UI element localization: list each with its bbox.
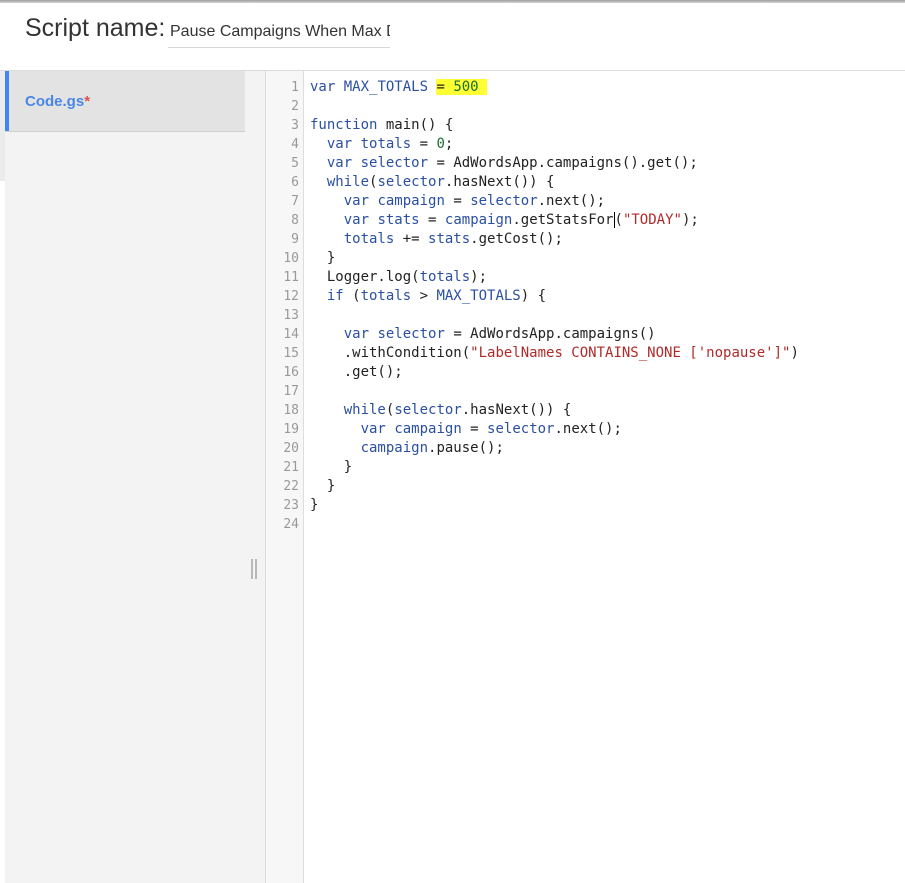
line-number: 22 bbox=[283, 479, 299, 494]
text-cursor bbox=[613, 212, 615, 228]
line-number: 4 bbox=[291, 137, 299, 152]
unsaved-marker: * bbox=[84, 93, 91, 110]
line-number: 17 bbox=[283, 384, 299, 399]
code-line: function main() { bbox=[310, 117, 454, 133]
file-item-code-gs[interactable]: Code.gs* bbox=[5, 71, 245, 132]
code-line: totals += stats.getCost(); bbox=[343, 231, 563, 247]
active-file-indicator bbox=[5, 71, 9, 131]
code-line: var stats = campaign.getStatsFor("TODAY"… bbox=[343, 212, 699, 228]
line-number: 20 bbox=[283, 441, 299, 456]
line-number: 16 bbox=[283, 365, 299, 380]
line-number: 6 bbox=[291, 175, 299, 190]
code-line: while(selector.hasNext()) { bbox=[343, 402, 572, 418]
file-sidebar: Code.gs* bbox=[5, 71, 245, 883]
header: Script name: bbox=[0, 3, 905, 71]
code-line: var selector = AdWordsApp.campaigns() bbox=[343, 326, 656, 342]
code-line: campaign.pause(); bbox=[360, 440, 504, 456]
code-line: if (totals > MAX_TOTALS) { bbox=[326, 288, 547, 304]
line-number: 13 bbox=[283, 308, 299, 323]
code-line: } bbox=[310, 497, 319, 513]
code-area[interactable]: var MAX_TOTALS = 500 function main() { v… bbox=[310, 78, 900, 534]
file-name-label: Code.gs bbox=[25, 93, 85, 110]
line-numbers: 1 2 3 4 5 6 7 8 9 10 11 12 13 14 15 16 17 18 19 20 21 22 23 24 bbox=[266, 78, 299, 534]
code-line: var campaign = selector.next(); bbox=[360, 421, 622, 437]
line-number: 14 bbox=[283, 327, 299, 342]
line-number: 12 bbox=[283, 289, 299, 304]
code-line: } bbox=[310, 478, 336, 494]
line-number: 19 bbox=[283, 422, 299, 437]
drag-handle-icon[interactable] bbox=[251, 559, 257, 579]
code-line: Logger.log(totals); bbox=[310, 269, 488, 285]
code-editor[interactable]: 1 2 3 4 5 6 7 8 9 10 11 12 13 14 15 16 17 18 19 20 21 22 23 24 … bbox=[265, 71, 905, 883]
line-number: 1 bbox=[291, 80, 299, 95]
line-number: 3 bbox=[291, 118, 299, 133]
file-name: Code.gs* bbox=[25, 93, 90, 110]
code-line: } bbox=[310, 250, 336, 266]
line-number: 11 bbox=[283, 270, 299, 285]
code-line: var MAX_TOTALS = 500 bbox=[310, 78, 900, 97]
pane-splitter[interactable] bbox=[245, 71, 265, 883]
code-line: .get(); bbox=[310, 364, 403, 380]
code-line: .withCondition("LabelNames CONTAINS_NONE… bbox=[310, 345, 799, 361]
code-line: while(selector.hasNext()) { bbox=[326, 174, 555, 190]
code-line: var totals = 0; bbox=[326, 136, 454, 152]
code-line: var campaign = selector.next(); bbox=[343, 193, 606, 209]
line-number: 23 bbox=[283, 498, 299, 513]
line-number: 5 bbox=[291, 156, 299, 171]
code-line: } bbox=[310, 459, 353, 475]
code-line: var selector = AdWordsApp.campaigns().ge… bbox=[326, 155, 698, 171]
line-number: 24 bbox=[283, 517, 299, 532]
line-number-gutter: 1 2 3 4 5 6 7 8 9 10 11 12 13 14 15 16 17 18 19 20 21 22 23 24 bbox=[266, 71, 304, 883]
line-number: 21 bbox=[283, 460, 299, 475]
line-number: 18 bbox=[283, 403, 299, 418]
line-number: 9 bbox=[291, 232, 299, 247]
line-number: 2 bbox=[291, 99, 299, 114]
line-number: 10 bbox=[283, 251, 299, 266]
line-number: 8 bbox=[291, 213, 299, 228]
line-number: 15 bbox=[283, 346, 299, 361]
line-number: 7 bbox=[291, 194, 299, 209]
script-name-input[interactable] bbox=[168, 17, 390, 48]
script-name-label: Script name: bbox=[25, 14, 166, 42]
